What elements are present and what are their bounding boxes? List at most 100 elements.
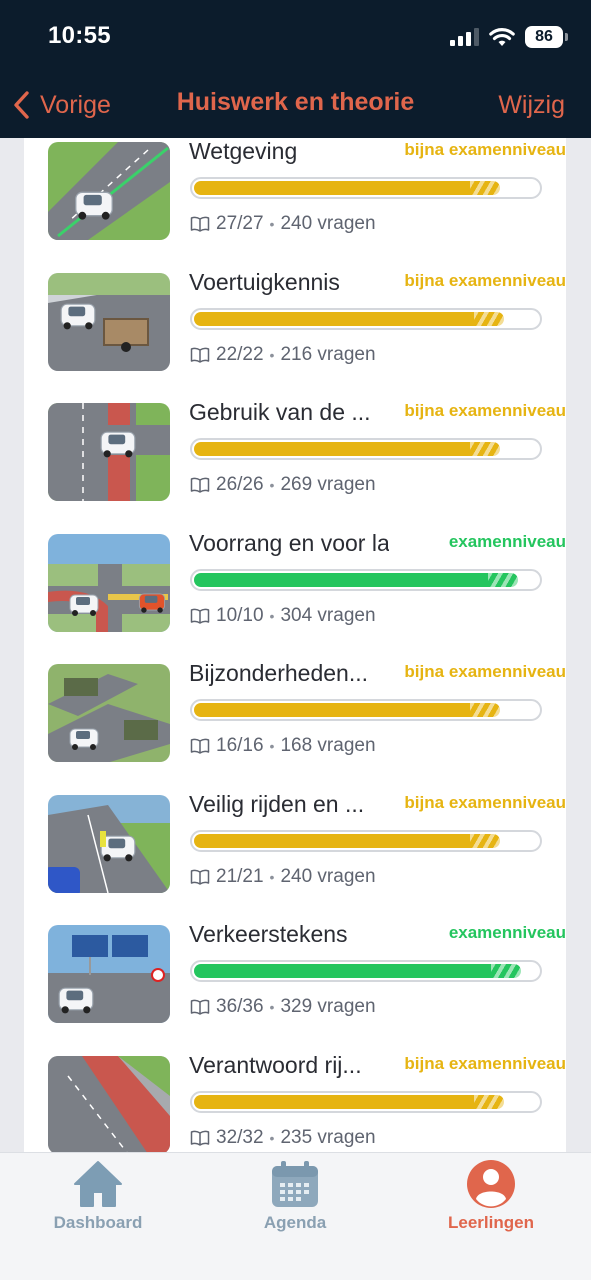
progress-bar: [190, 177, 542, 199]
progress-fill: [194, 703, 500, 717]
calendar-icon: [272, 1161, 318, 1207]
level-badge: bijna examenniveau: [404, 1053, 566, 1073]
level-badge: examenniveau: [448, 923, 566, 942]
book-icon: [190, 869, 210, 885]
topic-row[interactable]: Verkeerstekens examenniveau 36/36 • 329 …: [48, 921, 566, 1029]
progress-bar: [190, 568, 542, 591]
top-bar: 10:55 86 Vorige Huiswerk en theorie Wijz…: [0, 0, 591, 138]
topic-row[interactable]: Voorrang en voor la... examenniveau 10/1…: [48, 530, 566, 638]
level-badge: bijna examenniveau: [404, 792, 566, 812]
separator-dot: •: [269, 738, 275, 754]
tab-bar: Dashboard Agenda Leerlingen: [0, 1152, 591, 1280]
book-icon: [190, 999, 210, 1015]
separator-dot: •: [269, 346, 275, 363]
topic-row[interactable]: Bijzonderheden... bijna examenniveau 16/…: [48, 660, 566, 768]
topic-thumbnail: [48, 403, 170, 501]
topic-row[interactable]: Voertuigkennis bijna examenniveau 22/22 …: [48, 269, 566, 377]
tab-agenda[interactable]: Agenda: [220, 1159, 370, 1233]
progress-fill: [194, 181, 500, 195]
chapter-count: 27/27: [216, 213, 264, 234]
topic-row[interactable]: Verantwoord rij... bijna examenniveau 32…: [48, 1052, 566, 1152]
topic-title: Verantwoord rij...: [189, 1051, 362, 1078]
status-time: 10:55: [48, 22, 111, 49]
topic-thumbnail: [48, 1055, 170, 1152]
topic-title: Bijzonderheden...: [189, 660, 369, 686]
level-badge: bijna examenniveau: [404, 401, 566, 420]
progress-bar: [190, 438, 542, 460]
topic-title: Gebruik van de ...: [189, 399, 371, 425]
home-icon: [74, 1161, 122, 1207]
tab-leerlingen[interactable]: Leerlingen: [416, 1159, 566, 1233]
progress-fill: [194, 833, 500, 848]
topic-title: Wetgeving: [189, 138, 298, 164]
topic-title: Veilig rijden en ...: [189, 790, 365, 817]
topic-meta: 26/26 • 269 vragen: [190, 474, 376, 496]
progress-bar: [190, 960, 542, 982]
separator-dot: •: [269, 868, 275, 885]
progress-fill: [194, 311, 504, 326]
battery-indicator: 86: [525, 26, 568, 48]
level-badge: examenniveau: [448, 531, 566, 551]
question-count: 329 vragen: [280, 996, 376, 1017]
progress-bar: [190, 1090, 542, 1113]
question-count: 240 vragen: [280, 865, 376, 887]
progress-fill: [194, 442, 500, 456]
level-badge: bijna examenniveau: [404, 140, 566, 159]
topic-meta: 10/10 • 304 vragen: [190, 605, 376, 627]
separator-dot: •: [269, 607, 275, 624]
topic-meta: 21/21 • 240 vragen: [190, 866, 376, 888]
topic-meta: 27/27 • 240 vragen: [190, 213, 376, 235]
tab-label: Leerlingen: [448, 1213, 534, 1232]
topic-row[interactable]: Wetgeving bijna examenniveau 27/27 • 240…: [48, 138, 566, 246]
topic-row[interactable]: Veilig rijden en ... bijna examenniveau …: [48, 791, 566, 899]
book-icon: [190, 216, 210, 232]
separator-dot: •: [269, 1129, 275, 1146]
chapter-count: 10/10: [216, 604, 264, 626]
chapter-count: 16/16: [216, 735, 264, 756]
separator-dot: •: [269, 999, 275, 1015]
level-badge: bijna examenniveau: [404, 270, 566, 290]
chapter-count: 21/21: [216, 865, 264, 887]
book-icon: [190, 347, 210, 363]
topic-thumbnail: [48, 272, 170, 371]
tab-label: Dashboard: [53, 1213, 143, 1232]
question-count: 304 vragen: [280, 604, 376, 626]
tab-dashboard[interactable]: Dashboard: [23, 1159, 173, 1233]
topic-thumbnail: [48, 533, 170, 632]
progress-fill: [194, 1094, 504, 1109]
cellular-signal-icon: [450, 28, 479, 46]
question-count: 216 vragen: [280, 343, 376, 365]
separator-dot: •: [269, 477, 275, 493]
book-icon: [190, 738, 210, 754]
topic-thumbnail: [48, 794, 170, 893]
separator-dot: •: [269, 216, 275, 232]
progress-bar: [190, 829, 542, 852]
level-badge: bijna examenniveau: [404, 662, 566, 681]
progress-fill: [194, 964, 521, 978]
status-icons: 86: [450, 24, 568, 50]
topic-row[interactable]: Gebruik van de ... bijna examenniveau 26…: [48, 399, 566, 507]
progress-fill: [194, 572, 518, 587]
topic-meta: 22/22 • 216 vragen: [190, 344, 376, 366]
book-icon: [190, 477, 210, 493]
topic-list[interactable]: Wetgeving bijna examenniveau 27/27 • 240…: [0, 138, 591, 1152]
progress-bar: [190, 307, 542, 330]
wifi-icon: [489, 28, 515, 46]
chapter-count: 26/26: [216, 474, 264, 495]
chapter-count: 22/22: [216, 343, 264, 365]
book-icon: [190, 1130, 210, 1146]
question-count: 240 vragen: [280, 213, 376, 234]
edit-button[interactable]: Wijzig: [498, 91, 565, 120]
chapter-count: 32/32: [216, 1126, 264, 1148]
book-icon: [190, 608, 210, 624]
topic-title: Voorrang en voor la...: [189, 529, 389, 556]
question-count: 269 vragen: [280, 474, 376, 495]
topic-thumbnail: [48, 664, 170, 762]
topic-meta: 32/32 • 235 vragen: [190, 1127, 376, 1149]
topic-card: Wetgeving bijna examenniveau 27/27 • 240…: [24, 138, 566, 1152]
topic-title: Voertuigkennis: [189, 268, 340, 295]
tab-label: Agenda: [263, 1213, 327, 1232]
question-count: 235 vragen: [280, 1126, 376, 1148]
topic-meta: 16/16 • 168 vragen: [190, 735, 376, 757]
topic-thumbnail: [48, 925, 170, 1023]
